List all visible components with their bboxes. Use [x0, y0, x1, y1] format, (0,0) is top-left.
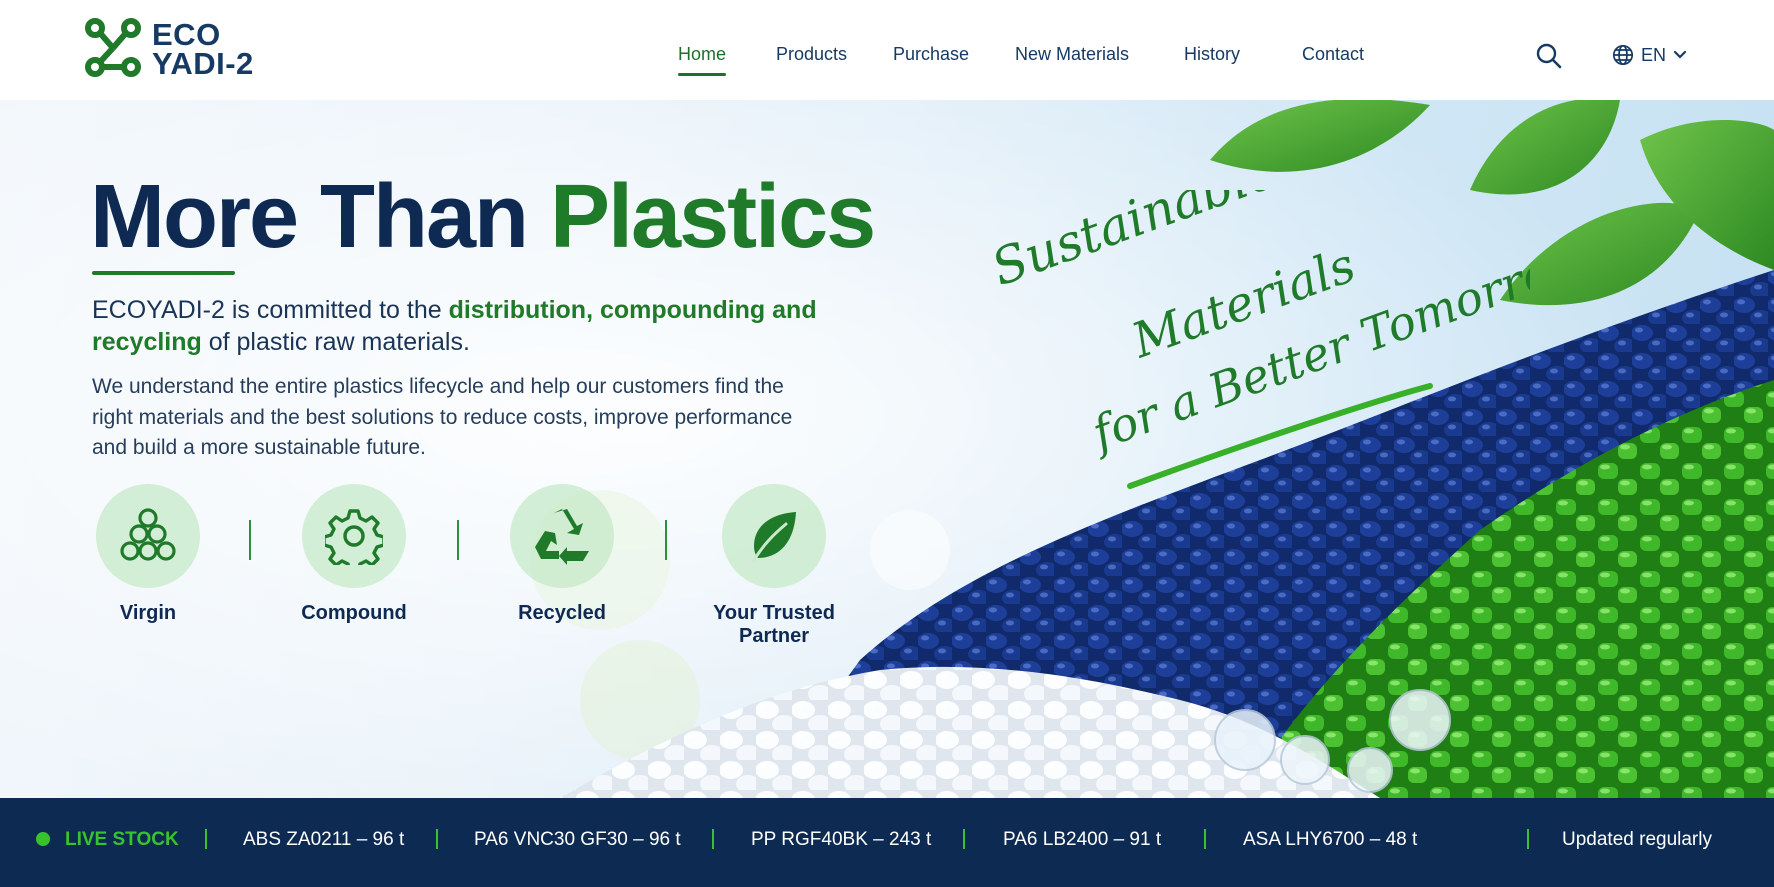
brand-logo[interactable]: ECO YADI-2 — [84, 18, 254, 80]
ticker-divider — [1204, 829, 1206, 849]
ticker-divider — [963, 829, 965, 849]
live-indicator-dot — [36, 832, 50, 846]
feature-label: Virgin — [119, 602, 177, 624]
stock-item[interactable]: ABS ZA0211 – 96 t — [243, 829, 404, 851]
search-button[interactable] — [1535, 42, 1563, 70]
feature-label: Compound — [301, 602, 407, 624]
live-stock-label: LIVE STOCK — [65, 829, 179, 850]
headline-underline — [92, 271, 235, 275]
stock-item[interactable]: PA6 VNC30 GF30 – 96 t — [474, 829, 681, 851]
feature-icon-circle — [302, 484, 406, 588]
hero-headline: More Than Plastics — [90, 166, 876, 269]
nav-purchase[interactable]: Purchase — [893, 44, 969, 65]
hero-intro: ECOYADI-2 is committed to the distributi… — [92, 294, 852, 358]
brand-line-1: ECO — [152, 17, 221, 52]
search-icon — [1536, 43, 1562, 69]
molecule-icon — [85, 18, 141, 77]
intro-post: of plastic raw materials. — [201, 328, 470, 356]
feature-divider — [665, 520, 667, 560]
brand-line-2: YADI-2 — [152, 46, 254, 81]
feature-virgin: Virgin — [58, 484, 238, 625]
brand-name: ECO YADI-2 — [152, 17, 254, 81]
chevron-down-icon — [1673, 50, 1687, 59]
feature-compound: Compound — [264, 484, 444, 625]
language-label: EN — [1641, 44, 1667, 65]
tagline-script: Sustainable Materials for a Better Tomor… — [984, 141, 1595, 489]
ticker-divider — [712, 829, 714, 849]
hero-description: We understand the entire plastics lifecy… — [92, 375, 793, 459]
feature-divider — [249, 520, 251, 560]
feature-label: Recycled — [518, 602, 606, 624]
nav-history[interactable]: History — [1184, 44, 1240, 65]
feature-label: Your Trusted Partner — [713, 602, 835, 647]
nav-home[interactable]: Home — [678, 44, 726, 65]
ticker-update-note: Updated regularly — [1562, 829, 1712, 850]
headline-dark: More Than — [90, 167, 551, 267]
stock-item[interactable]: ASA LHY6700 – 48 t — [1243, 829, 1417, 851]
recycle-icon — [535, 509, 589, 565]
active-nav-indicator — [678, 73, 726, 76]
hero-section: Sustainable Materials for a Better Tomor… — [0, 100, 1774, 798]
ticker-divider — [436, 829, 438, 849]
nav-contact[interactable]: Contact — [1302, 44, 1364, 65]
headline-green: Plastics — [550, 167, 876, 267]
feature-recycled: Recycled — [472, 484, 652, 625]
ticker-divider — [205, 829, 207, 849]
feature-icon-circle — [722, 484, 826, 588]
gear-icon — [325, 509, 383, 565]
site-header: ECO YADI-2 Home Products Purchase New Ma… — [0, 0, 1774, 100]
intro-pre: ECOYADI-2 is committed to the — [92, 296, 449, 324]
globe-icon — [1612, 44, 1634, 66]
leaf-icon — [752, 512, 796, 562]
nav-products[interactable]: Products — [776, 44, 847, 65]
language-selector[interactable]: EN — [1612, 44, 1687, 66]
feature-icon-circle — [510, 484, 614, 588]
feature-trusted-partner: Your Trusted Partner — [684, 484, 864, 648]
stock-item[interactable]: PP RGF40BK – 243 t — [751, 829, 931, 851]
pellets-icon — [120, 508, 176, 561]
nav-new-materials[interactable]: New Materials — [1015, 44, 1129, 65]
feature-icon-circle — [96, 484, 200, 588]
stock-item[interactable]: PA6 LB2400 – 91 t — [1003, 829, 1161, 851]
feature-divider — [457, 520, 459, 560]
hero-tagline: Sustainable Materials for a Better Tomor… — [984, 141, 1595, 510]
ticker-divider — [1527, 829, 1529, 849]
